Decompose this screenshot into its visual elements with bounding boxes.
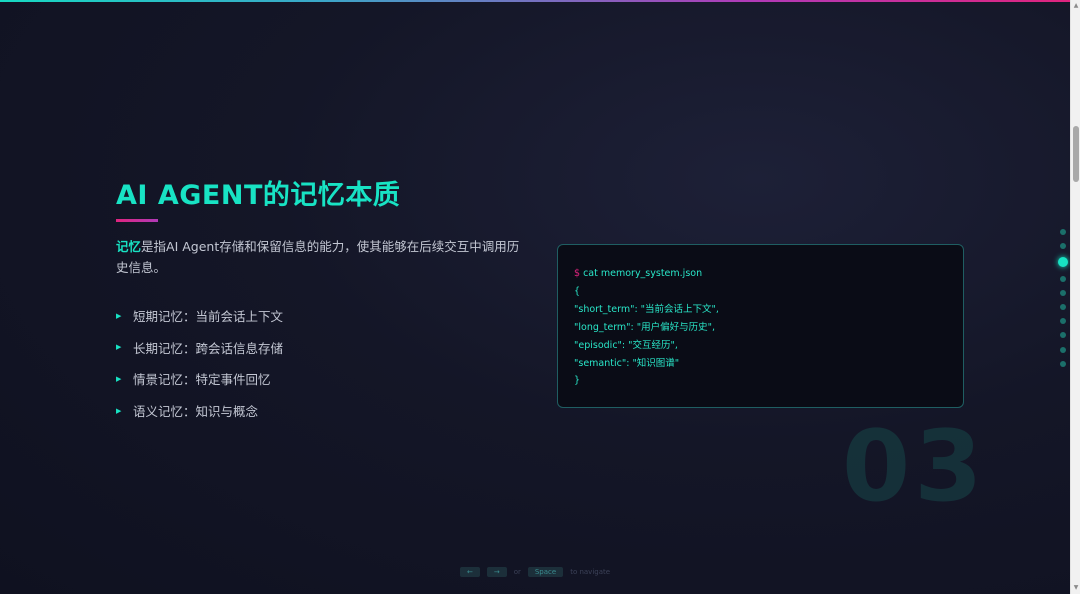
list-item: ▶ 长期记忆：跨会话信息存储 [116,332,526,364]
title-underline [116,219,158,222]
arrow-right-icon: ▶ [116,374,122,383]
nav-dot-2[interactable] [1060,243,1066,250]
nav-dot-5[interactable] [1060,289,1066,296]
arrow-right-icon: ▶ [116,343,122,352]
terminal-command: cat memory_system.json [583,268,703,279]
terminal-line: "short_term": "当前会话上下文", [574,303,719,315]
prev-key: ← [459,567,480,577]
scrollbar[interactable]: ▲ ▼ [1070,0,1080,594]
terminal-command-line: $ cat memory_system.json [574,265,947,283]
nav-dot-9[interactable] [1060,346,1066,353]
nav-dot-1[interactable] [1060,229,1066,235]
nav-dot-3[interactable] [1058,257,1068,268]
or-text: or [513,568,521,576]
terminal-line: "episodic": "交互经历", [574,339,678,351]
navigate-hint-text: to navigate [570,568,611,576]
list-item: ▶ 短期记忆：当前会话上下文 [116,300,526,332]
terminal-line: "semantic": "知识图谱" [574,357,680,369]
slide-number-watermark: 03 [842,410,987,524]
feature-list: ▶ 短期记忆：当前会话上下文 ▶ 长期记忆：跨会话信息存储 ▶ 情景记忆：特定事件回忆… [116,300,526,426]
terminal-prompt: $ [574,268,581,279]
nav-dot-8[interactable] [1060,332,1066,339]
arrow-right-icon: ▶ [116,406,122,415]
feature-label: 语义记忆：知识与概念 [133,404,259,420]
slide-navigation-dots [1058,229,1068,375]
nav-dot-7[interactable] [1060,318,1066,325]
feature-label: 情景记忆：特定事件回忆 [133,372,271,388]
nav-dot-10[interactable] [1060,360,1066,367]
content-left: AI AGENT的记忆本质 记忆是指AI Agent存储和保留信息的能力，使其能… [116,178,526,426]
top-gradient-bar [0,0,1070,2]
terminal-window: $ cat memory_system.json { "short_term":… [557,244,964,408]
nav-dot-6[interactable] [1060,303,1066,310]
feature-label: 长期记忆：跨会话信息存储 [133,340,284,356]
terminal-line: "long_term": "用户偏好与历史", [574,321,716,333]
slide-description: 记忆是指AI Agent存储和保留信息的能力，使其能够在后续交互中调用历史信息。 [116,236,526,278]
nav-dot-4[interactable] [1060,275,1066,282]
terminal-line: { [574,285,581,297]
scroll-down-arrow-icon[interactable]: ▼ [1072,583,1080,593]
description-text: 是指AI Agent存储和保留信息的能力，使其能够在后续交互中调用历史信息。 [116,239,520,275]
navigation-hint: ← → or Space to navigate [0,567,1070,577]
scroll-up-arrow-icon[interactable]: ▲ [1072,1,1080,11]
arrow-right-icon: ▶ [116,311,122,320]
next-key: → [486,567,507,577]
terminal-line: } [574,375,581,387]
list-item: ▶ 语义记忆：知识与概念 [116,395,526,427]
scrollbar-thumb[interactable] [1073,126,1079,182]
list-item: ▶ 情景记忆：特定事件回忆 [116,363,526,395]
slide-title: AI AGENT的记忆本质 [116,180,401,211]
feature-label: 短期记忆：当前会话上下文 [133,309,284,325]
description-highlight: 记忆 [116,239,142,254]
space-key: Space [527,567,564,577]
